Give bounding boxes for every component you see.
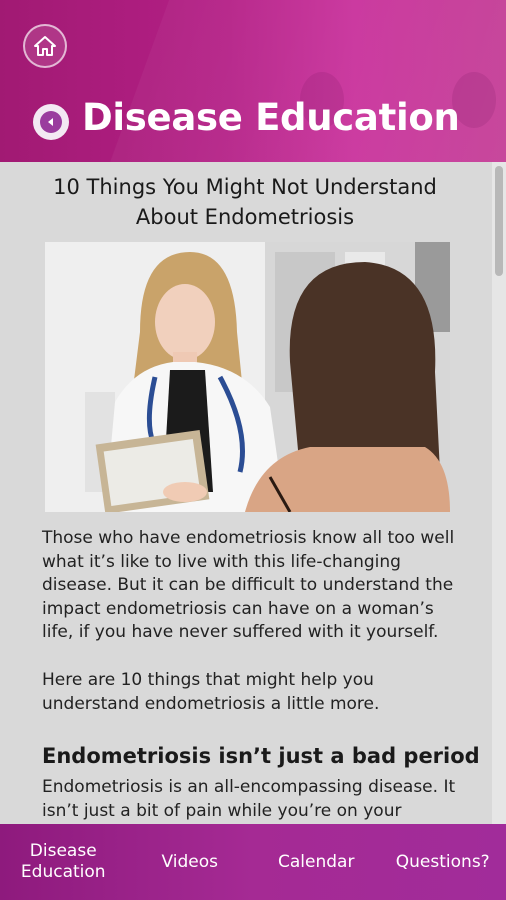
article-hero-image — [45, 242, 450, 512]
nav-label: Calendar — [278, 851, 355, 872]
back-button[interactable] — [33, 104, 69, 140]
back-arrow-icon — [40, 111, 62, 133]
nav-questions[interactable]: Questions? — [380, 824, 506, 900]
nav-disease-education[interactable]: Disease Education — [0, 824, 127, 900]
doctor-patient-illustration — [45, 242, 450, 512]
home-button[interactable] — [23, 24, 67, 68]
nav-calendar[interactable]: Calendar — [253, 824, 380, 900]
nav-label: Questions? — [395, 851, 490, 872]
app-header: Disease Education — [0, 0, 506, 162]
article-paragraph: Endometriosis is an all-encompassing dis… — [42, 777, 456, 821]
nav-label: Videos — [161, 851, 219, 872]
nav-label: Disease Education — [20, 841, 106, 882]
article-subheading: Endometriosis isn’t just a bad period — [42, 744, 480, 768]
page-title: Disease Education — [82, 96, 460, 139]
bottom-navigation: Disease Education Videos Calendar Questi… — [0, 824, 506, 900]
article-title: 10 Things You Might Not Understand About… — [53, 175, 437, 229]
scrollbar-thumb[interactable] — [495, 166, 503, 276]
article-paragraph: Those who have endometriosis know all to… — [42, 528, 455, 642]
home-icon — [34, 36, 56, 56]
nav-videos[interactable]: Videos — [127, 824, 254, 900]
article-paragraph: Here are 10 things that might help you u… — [42, 670, 380, 714]
article-content[interactable]: 10 Things You Might Not Understand About… — [0, 162, 492, 824]
